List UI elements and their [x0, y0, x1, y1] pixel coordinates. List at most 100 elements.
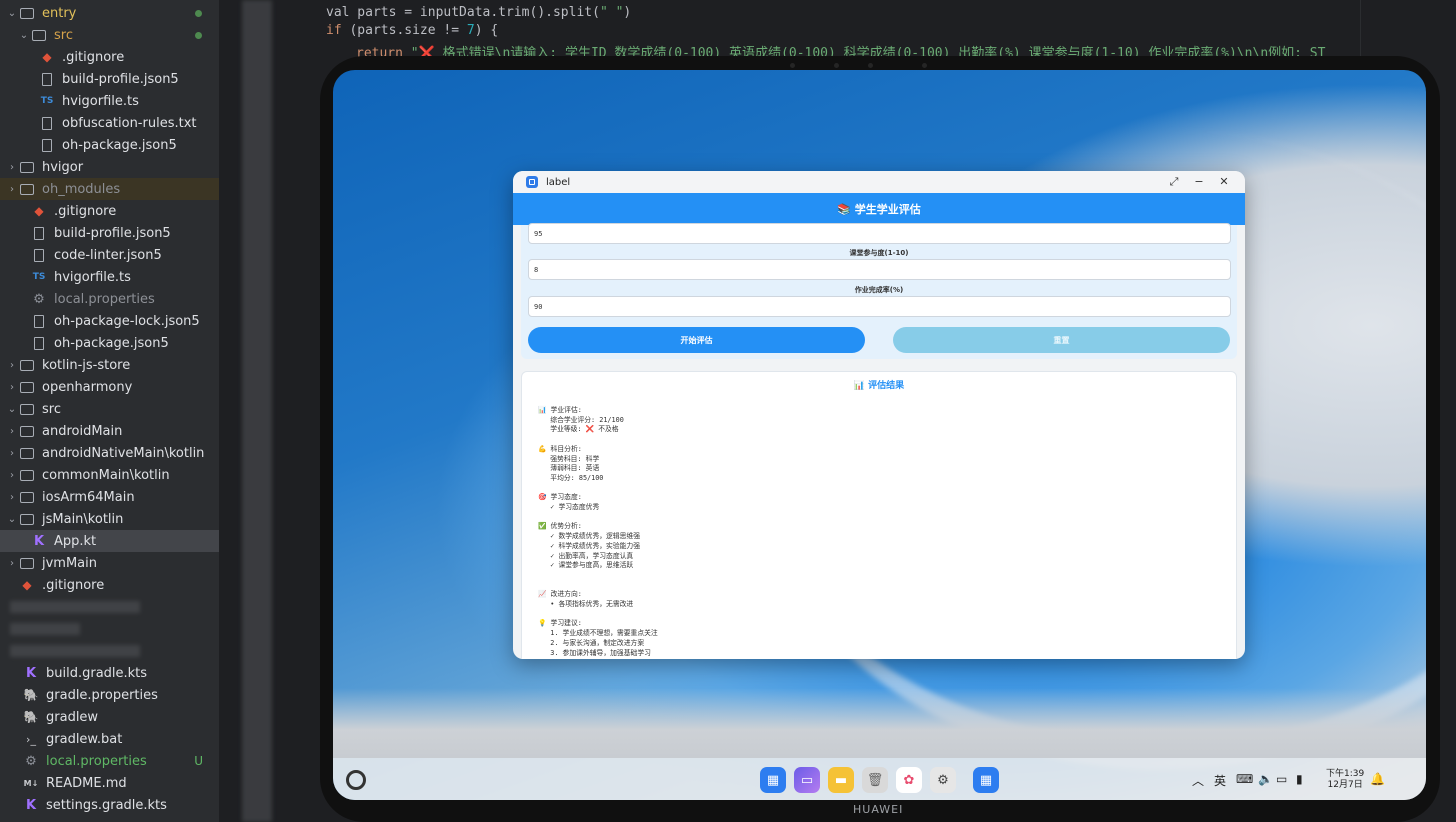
close-icon[interactable]: ✕ [1217, 175, 1231, 188]
tree-item-local-properties[interactable]: ⚙ local.properties U [0, 750, 219, 772]
tree-item-gradle-properties[interactable]: 🐘 gradle.properties [0, 684, 219, 706]
settings-icon[interactable]: ⚙ [930, 767, 956, 793]
chevron-right-icon[interactable]: › [6, 184, 18, 195]
tree-item-label: code-linter.json5 [54, 247, 162, 263]
chevron-down-icon[interactable]: ⌄ [6, 8, 18, 19]
app-grid-icon[interactable]: ▦ [760, 767, 786, 793]
start-evaluation-button[interactable]: 开始评估 [528, 327, 865, 353]
window-titlebar[interactable]: label ⤢ − ✕ [513, 171, 1245, 193]
tree-item-label: gradle.properties [46, 687, 158, 703]
gallery-icon[interactable]: ✿ [896, 767, 922, 793]
home-button[interactable] [346, 770, 366, 790]
tree-item-settings-gradle-kts[interactable]: Ksettings.gradle.kts [0, 794, 219, 816]
volume-icon[interactable]: 🔈 [1258, 772, 1273, 786]
tree-item-build-profile-json5[interactable]: build-profile.json5 [0, 68, 219, 90]
folder-icon [20, 469, 34, 481]
tree-item-local-properties[interactable]: ⚙ local.properties [0, 288, 219, 310]
chevron-right-icon[interactable]: › [6, 382, 18, 393]
tree-item-hvigor[interactable]: › hvigor [0, 156, 219, 178]
chevron-right-icon[interactable]: › [6, 558, 18, 569]
tree-item-code-linter-json5[interactable]: code-linter.json5 [0, 244, 219, 266]
notification-bell-icon[interactable]: 🔔 [1370, 772, 1385, 786]
running-app-icon[interactable]: ▦ [973, 767, 999, 793]
tree-item-redacted [0, 640, 219, 662]
kotlin-icon: K [33, 533, 45, 549]
typescript-icon: TS [40, 96, 54, 106]
science-score-input[interactable]: 95 [528, 223, 1231, 244]
trash-icon[interactable]: 🗑 [862, 767, 888, 793]
tree-item-androidmain[interactable]: › androidMain [0, 420, 219, 442]
typescript-icon: TS [32, 272, 46, 282]
tree-item-jvmmain[interactable]: › jvmMain [0, 552, 219, 574]
window-title: label [546, 176, 571, 188]
tree-item-build-gradle-kts[interactable]: Kbuild.gradle.kts [0, 662, 219, 684]
camera-dot [834, 63, 839, 68]
tree-item-oh-package-lock-json5[interactable]: oh-package-lock.json5 [0, 310, 219, 332]
tree-item-iosarm64main[interactable]: › iosArm64Main [0, 486, 219, 508]
tree-item-label: hvigorfile.ts [54, 269, 131, 285]
multitask-icon[interactable]: ▭ [794, 767, 820, 793]
tree-item-app-kt[interactable]: K App.kt [0, 530, 219, 552]
chevron-right-icon[interactable]: › [6, 470, 18, 481]
reset-button[interactable]: 重置 [893, 327, 1230, 353]
kotlin-icon: K [25, 797, 37, 813]
tree-item-commonmain-kotlin[interactable]: › commonMain\kotlin [0, 464, 219, 486]
chevron-up-icon[interactable]: ︿ [1192, 772, 1204, 789]
tree-item-gradlew-bat[interactable]: ›_ gradlew.bat [0, 728, 219, 750]
gradle-icon: 🐘 [23, 710, 39, 724]
tree-item-kotlin-js-store[interactable]: › kotlin-js-store [0, 354, 219, 376]
tree-item-build-profile-json5[interactable]: build-profile.json5 [0, 222, 219, 244]
chevron-down-icon[interactable]: ⌄ [6, 514, 18, 525]
tree-item-label: .gitignore [54, 203, 117, 219]
modified-dot-icon [195, 9, 202, 17]
result-text: 📊 学业评估: 综合学业评分: 21/100 学业等级: ❌ 不及格 💪 科目分… [538, 406, 658, 657]
chevron-down-icon[interactable]: ⌄ [18, 30, 30, 41]
tree-item-hvigorfile-ts[interactable]: TS hvigorfile.ts [0, 266, 219, 288]
restore-icon[interactable]: ⤢ [1167, 175, 1181, 189]
tree-item-gitignore[interactable]: ◆ .gitignore [0, 46, 219, 68]
camera-dot [868, 63, 873, 68]
tree-item-src[interactable]: ⌄ src [0, 398, 219, 420]
tree-item-redacted [0, 596, 219, 618]
homework-input[interactable]: 90 [528, 296, 1231, 317]
chevron-down-icon[interactable]: ⌄ [6, 404, 18, 415]
tree-item-entry[interactable]: ⌄ entry [0, 2, 219, 24]
tree-item-oh-package-json5[interactable]: oh-package.json5 [0, 332, 219, 354]
chevron-right-icon[interactable]: › [6, 360, 18, 371]
folder-icon [32, 29, 46, 41]
folder-icon [20, 7, 34, 19]
battery-icon[interactable]: ▮ [1296, 772, 1303, 786]
files-icon[interactable]: ▬ [828, 767, 854, 793]
taskbar-clock[interactable]: 下午1:39 12月7日 [1326, 769, 1364, 791]
tree-item-obfuscation-rules-txt[interactable]: obfuscation-rules.txt [0, 112, 219, 134]
tree-item-openharmony[interactable]: › openharmony [0, 376, 219, 398]
gear-icon: ⚙ [33, 291, 45, 307]
chevron-right-icon[interactable]: › [6, 448, 18, 459]
tree-item-oh-modules[interactable]: › oh_modules [0, 178, 219, 200]
tree-item-label: oh-package.json5 [54, 335, 169, 351]
tree-item-jsmain-kotlin[interactable]: ⌄ jsMain\kotlin [0, 508, 219, 530]
tree-item-label: src [42, 401, 61, 417]
display-icon[interactable]: ▭ [1276, 772, 1287, 786]
participation-input[interactable]: 8 [528, 259, 1231, 280]
tree-item-label: openharmony [42, 379, 133, 395]
gitignore-icon: ◆ [42, 50, 52, 64]
tree-item-readme-md[interactable]: M↓ README.md [0, 772, 219, 794]
tree-item-oh-package-json5[interactable]: oh-package.json5 [0, 134, 219, 156]
tree-item-label: gradlew.bat [46, 731, 123, 747]
tree-item-gitignore[interactable]: ◆ .gitignore [0, 200, 219, 222]
tree-item-hvigorfile-ts[interactable]: TS hvigorfile.ts [0, 90, 219, 112]
minimize-icon[interactable]: − [1192, 175, 1206, 188]
chevron-right-icon[interactable]: › [6, 162, 18, 173]
tree-item-src[interactable]: ⌄ src [0, 24, 219, 46]
tree-item-gradlew[interactable]: 🐘 gradlew [0, 706, 219, 728]
tree-item-androidnativemain-kotlin[interactable]: › androidNativeMain\kotlin [0, 442, 219, 464]
tree-item-gitignore[interactable]: ◆ .gitignore [0, 574, 219, 596]
input-method-icon[interactable]: 英 [1214, 772, 1226, 789]
folder-icon [20, 447, 34, 459]
chevron-right-icon[interactable]: › [6, 492, 18, 503]
tree-item-label: jvmMain [42, 555, 98, 571]
keyboard-icon[interactable]: ⌨ [1236, 772, 1253, 786]
chevron-right-icon[interactable]: › [6, 426, 18, 437]
tree-item-label: src [54, 27, 73, 43]
